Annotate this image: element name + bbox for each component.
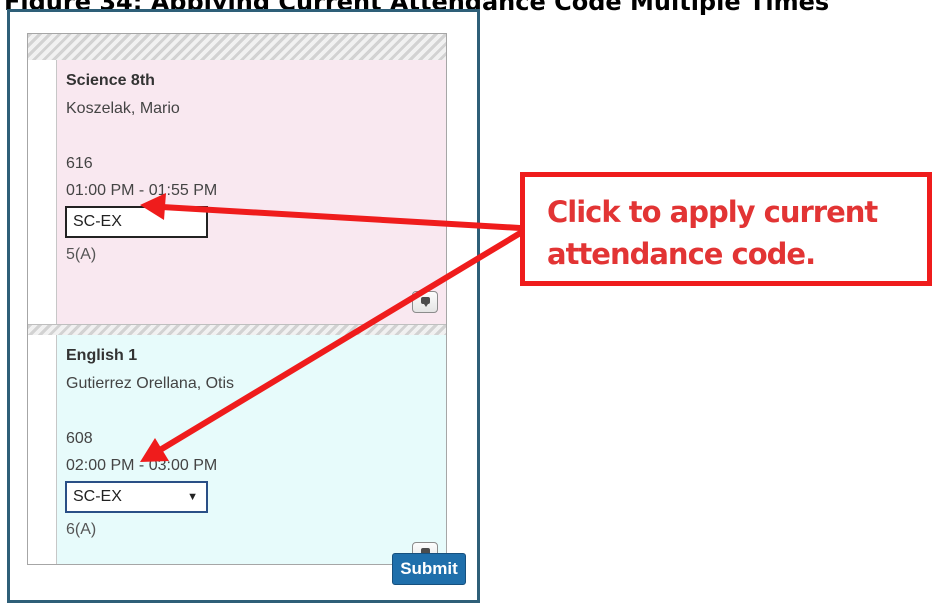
attendance-code-field[interactable]: SC-EX [65, 206, 208, 238]
period-time: 01:00 PM - 01:55 PM [66, 182, 218, 199]
course-name: Science 8th [66, 72, 155, 89]
callout-line-1: Click to apply current [547, 195, 878, 229]
comment-button[interactable] [412, 291, 438, 313]
absence-count: 5(A) [66, 246, 97, 263]
callout-line-2: attendance code. [547, 237, 816, 271]
absence-count: 6(A) [66, 521, 97, 538]
teacher-name: Koszelak, Mario [66, 100, 180, 117]
period-card-english: English 1 Gutierrez Orellana, Otis 608 0… [28, 335, 446, 564]
period-list: Science 8th Koszelak, Mario 616 01:00 PM… [27, 33, 447, 565]
period-time: 02:00 PM - 03:00 PM [66, 457, 218, 474]
room-number: 608 [66, 430, 93, 447]
submit-button[interactable]: Submit [392, 553, 466, 585]
hatched-header [28, 34, 446, 61]
period-card-science: Science 8th Koszelak, Mario 616 01:00 PM… [28, 60, 446, 324]
teacher-name: Gutierrez Orellana, Otis [66, 375, 235, 392]
instruction-callout: Click to apply current attendance code. [520, 172, 932, 286]
left-divider [56, 60, 57, 324]
selected-code: SC-EX [73, 488, 122, 505]
dropdown-caret-icon: ▼ [187, 491, 198, 503]
left-divider [56, 335, 57, 564]
room-number: 616 [66, 155, 93, 172]
attendance-panel: Science 8th Koszelak, Mario 616 01:00 PM… [7, 9, 480, 603]
attendance-code-select[interactable]: SC-EX ▼ [65, 481, 208, 513]
comment-icon [421, 297, 430, 307]
course-name: English 1 [66, 347, 138, 364]
